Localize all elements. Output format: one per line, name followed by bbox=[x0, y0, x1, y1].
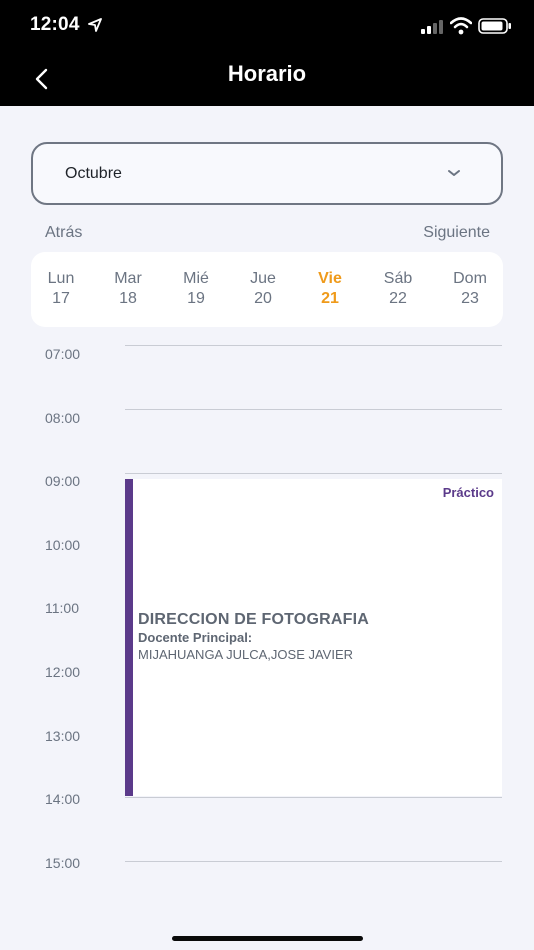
home-indicator bbox=[172, 936, 363, 941]
day-date: 18 bbox=[119, 290, 137, 307]
day-friday-selected[interactable]: Vie 21 bbox=[300, 252, 360, 327]
event-color-bar bbox=[125, 479, 133, 796]
hour-label: 07:00 bbox=[45, 346, 81, 362]
event-teacher-role: Docente Principal: bbox=[138, 630, 253, 645]
hour-label: 09:00 bbox=[45, 473, 81, 489]
hour-divider bbox=[125, 861, 502, 862]
hour-label: 14:00 bbox=[45, 791, 81, 807]
app-header: 12:04 Horario bbox=[0, 0, 534, 106]
day-date: 19 bbox=[187, 290, 205, 307]
day-date: 21 bbox=[321, 290, 339, 307]
hour-label: 15:00 bbox=[45, 855, 81, 871]
cell-signal-icon bbox=[421, 20, 443, 34]
event-course-title: DIRECCION DE FOTOGRAFIA bbox=[138, 611, 369, 628]
day-saturday[interactable]: Sáb 22 bbox=[368, 252, 428, 327]
day-name: Mié bbox=[183, 270, 209, 287]
day-thursday[interactable]: Jue 20 bbox=[233, 252, 293, 327]
hour-label: 10:00 bbox=[45, 537, 81, 553]
day-name: Mar bbox=[114, 270, 142, 287]
day-name: Sáb bbox=[383, 270, 413, 287]
hour-divider bbox=[125, 409, 502, 410]
battery-icon bbox=[478, 18, 511, 34]
day-name: Dom bbox=[453, 270, 487, 287]
class-event-card[interactable]: Práctico DIRECCION DE FOTOGRAFIA Docente… bbox=[125, 479, 502, 796]
next-week-link[interactable]: Siguiente bbox=[423, 224, 490, 242]
day-monday[interactable]: Lun 17 bbox=[31, 252, 91, 327]
day-date: 20 bbox=[254, 290, 272, 307]
hour-label: 13:00 bbox=[45, 728, 81, 744]
day-name: Vie bbox=[318, 270, 342, 287]
chevron-down-icon bbox=[448, 170, 460, 176]
event-type-label: Práctico bbox=[442, 485, 494, 500]
hour-label: 08:00 bbox=[45, 410, 81, 426]
wifi-icon bbox=[450, 17, 472, 35]
month-select-value: Octubre bbox=[65, 164, 122, 182]
day-name: Jue bbox=[250, 270, 276, 287]
hour-divider bbox=[125, 797, 502, 798]
hour-label: 12:00 bbox=[45, 664, 81, 680]
day-wednesday[interactable]: Mié 19 bbox=[166, 252, 226, 327]
status-time: 12:04 bbox=[30, 14, 80, 35]
location-arrow-icon bbox=[88, 18, 102, 32]
day-date: 22 bbox=[389, 290, 407, 307]
hour-label: 11:00 bbox=[45, 600, 79, 616]
day-sunday[interactable]: Dom 23 bbox=[440, 252, 500, 327]
day-name: Lun bbox=[47, 270, 75, 287]
previous-week-link[interactable]: Atrás bbox=[45, 224, 82, 242]
month-select[interactable]: Octubre bbox=[31, 142, 503, 205]
week-day-strip: Lun 17 Mar 18 Mié 19 Jue 20 Vie 21 Sáb 2… bbox=[31, 252, 503, 327]
day-date: 17 bbox=[52, 290, 70, 307]
hour-divider bbox=[125, 345, 502, 346]
page-title: Horario bbox=[227, 61, 307, 86]
hour-divider bbox=[125, 473, 502, 474]
day-tuesday[interactable]: Mar 18 bbox=[98, 252, 158, 327]
event-teacher-name: MIJAHUANGA JULCA,JOSE JAVIER bbox=[138, 647, 354, 662]
day-date: 23 bbox=[461, 290, 479, 307]
